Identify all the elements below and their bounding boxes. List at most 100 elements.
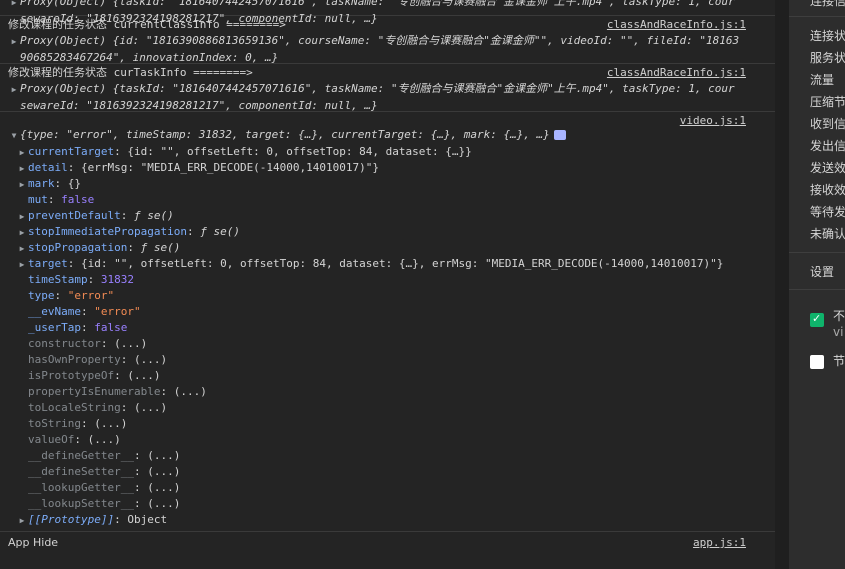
checkbox-checked[interactable] <box>810 312 824 327</box>
checkbox-unchecked[interactable] <box>810 355 824 369</box>
property-key: toString <box>28 417 81 430</box>
expand-arrow-icon[interactable]: ▶ <box>16 209 28 225</box>
source-link[interactable]: app.js:1 <box>693 535 746 551</box>
sidebar-item: 接收效 <box>810 183 845 197</box>
property-value: ƒ se() <box>200 225 240 238</box>
property-row: toLocaleString: (...) <box>28 401 168 414</box>
expand-arrow-icon[interactable]: ▶ <box>8 0 20 11</box>
object-preview[interactable]: ▶ Proxy(Object) {taskId: "181640744245707… <box>8 0 747 11</box>
message-label: 修改课程的任务状态 <box>8 18 107 31</box>
property-value: (...) <box>133 401 168 414</box>
property-row[interactable]: ▶ [[Prototype]]: Object <box>16 512 747 528</box>
console-entry-video: video.js:1 ▼ {type: "error", timeStamp: 3… <box>0 112 775 532</box>
devtools-console: ▶ Proxy(Object) {taskId: "181640744245707… <box>0 0 775 569</box>
property-value: {id: "", offsetLeft: 0, offsetTop: 84, d… <box>127 145 472 158</box>
property-key: timeStamp <box>28 273 88 286</box>
checkbox2-label: 节 <box>833 354 845 368</box>
expand-arrow-icon[interactable]: ▶ <box>16 513 28 529</box>
expand-arrow-icon[interactable]: ▶ <box>16 161 28 177</box>
checkbox1-sublabel: vi <box>833 325 844 339</box>
property-key: _userTap <box>28 321 81 334</box>
expand-arrow-icon[interactable]: ▶ <box>16 177 28 193</box>
source-link[interactable]: classAndRaceInfo.js:1 <box>607 17 746 33</box>
network-info-sidebar: 连接信 连接状服务状流量压缩节收到信发出信发送效接收效等待发未确认 设置 不 v… <box>789 0 845 569</box>
property-row[interactable]: ▶ currentTarget: {id: "", offsetLeft: 0, … <box>16 144 747 160</box>
property-key: target <box>28 257 68 270</box>
property-key: __defineSetter__ <box>28 465 134 478</box>
property-value: ƒ se() <box>140 241 181 254</box>
property-key: mut <box>28 193 48 206</box>
property-value: (...) <box>127 369 161 382</box>
property-value: (...) <box>94 417 128 430</box>
expand-arrow-icon[interactable]: ▶ <box>16 257 28 273</box>
expand-arrow-icon[interactable]: ▶ <box>16 145 28 161</box>
property-key: mark <box>28 177 55 190</box>
property-key: currentTarget <box>28 145 115 158</box>
sidebar-item: 发送效 <box>810 161 845 175</box>
divider <box>789 252 845 253</box>
property-key: preventDefault <box>28 209 121 222</box>
property-row: __defineGetter__: (...) <box>28 449 181 462</box>
object-preview[interactable]: ▶ Proxy(Object) {taskId: "181640744245707… <box>8 81 747 98</box>
property-value: (...) <box>147 481 181 494</box>
console-entry-top[interactable]: ▶ Proxy(Object) {taskId: "181640744245707… <box>0 0 775 25</box>
expand-arrow-icon[interactable]: ▶ <box>8 82 20 98</box>
property-value: (...) <box>147 449 181 462</box>
property-row[interactable]: ▶ detail: {errMsg: "MEDIA_ERR_DECODE(-140… <box>16 160 747 176</box>
source-link[interactable]: video.js:1 <box>680 113 746 129</box>
property-key: [[Prototype]] <box>28 513 115 526</box>
property-row: _userTap: false <box>28 321 128 334</box>
divider <box>789 289 845 290</box>
property-value: false <box>94 321 128 334</box>
panel-splitter[interactable] <box>775 0 789 569</box>
object-summary-text: {type: "error", timeStamp: 31832, target… <box>20 128 550 141</box>
sidebar-item: 连接状 <box>810 29 845 43</box>
property-row[interactable]: ▶ preventDefault: ƒ se() <box>16 208 747 224</box>
sidebar-item: 服务状 <box>810 51 845 65</box>
object-preview-line2-text: 90685283467264", innovationIndex: 0, …} <box>20 51 279 64</box>
property-value: (...) <box>87 433 121 446</box>
property-row: __defineSetter__: (...) <box>28 465 181 478</box>
sidebar-item: 未确认 <box>810 227 845 241</box>
property-row: valueOf: (...) <box>28 433 121 446</box>
console-entry-task: 修改课程的任务状态 curTaskInfo ========> classAnd… <box>0 64 775 112</box>
property-key: valueOf <box>28 433 75 446</box>
console-entry-class: 修改课程的任务状态 currentClassInfo ========> cla… <box>0 16 775 64</box>
expand-arrow-icon[interactable]: ▶ <box>16 225 28 241</box>
property-row: __evName: "error" <box>28 305 141 318</box>
object-preview-line1: Proxy(Object) {id: "1816390886813659136"… <box>20 34 740 47</box>
property-row: __lookupSetter__: (...) <box>28 497 181 510</box>
property-value: {errMsg: "MEDIA_ERR_DECODE(-14000,140100… <box>81 161 380 174</box>
property-row: __lookupGetter__: (...) <box>28 481 181 494</box>
object-preview[interactable]: ▶ Proxy(Object) {id: "1816390886813659136… <box>8 33 747 50</box>
property-value: "error" <box>94 305 141 318</box>
property-row: hasOwnProperty: (...) <box>28 353 168 366</box>
property-value: (...) <box>114 337 148 350</box>
source-link[interactable]: classAndRaceInfo.js:1 <box>607 65 746 81</box>
property-row[interactable]: ▶ target: {id: "", offsetLeft: 0, offsetT… <box>16 256 747 272</box>
console-entry-app: App Hide app.js:1 <box>0 532 775 554</box>
property-key: toLocaleString <box>28 401 121 414</box>
expand-arrow-icon[interactable]: ▶ <box>8 34 20 50</box>
collapse-arrow-icon[interactable]: ▼ <box>8 128 20 144</box>
property-row[interactable]: ▶ mark: {} <box>16 176 747 192</box>
sidebar-item: 流量 <box>810 73 835 87</box>
property-row[interactable]: ▶ stopImmediatePropagation: ƒ se() <box>16 224 747 240</box>
property-value: "error" <box>67 289 115 302</box>
property-key: __lookupGetter__ <box>28 481 134 494</box>
property-value: ƒ se() <box>133 209 174 222</box>
property-row: propertyIsEnumerable: (...) <box>28 385 207 398</box>
property-row[interactable]: ▶ stopPropagation: ƒ se() <box>16 240 747 256</box>
object-summary[interactable]: ▼ {type: "error", timeStamp: 31832, targe… <box>8 127 747 144</box>
info-icon[interactable] <box>553 130 566 140</box>
property-row: isPrototypeOf: (...) <box>28 369 161 382</box>
checkbox1-label: 不 <box>833 309 845 323</box>
property-row: constructor: (...) <box>28 337 148 350</box>
property-value: (...) <box>147 465 181 478</box>
property-key: detail <box>28 161 68 174</box>
settings-label: 设置 <box>810 265 835 279</box>
sidebar-item-top: 连接信 <box>810 0 845 8</box>
property-value: false <box>61 193 95 206</box>
property-key: __lookupSetter__ <box>28 497 134 510</box>
expand-arrow-icon[interactable]: ▶ <box>16 241 28 257</box>
